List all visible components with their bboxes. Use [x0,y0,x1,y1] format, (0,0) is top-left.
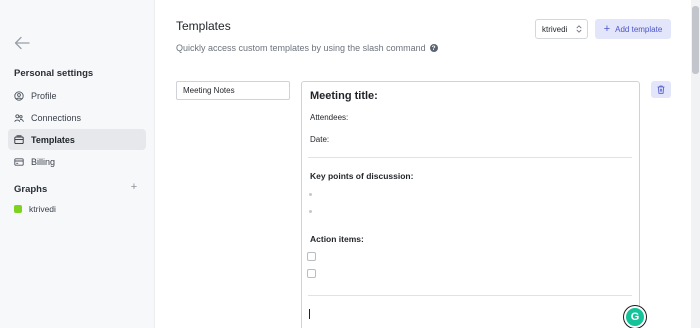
plus-icon: + [603,23,611,35]
chevron-up-down-icon [576,25,582,33]
sidebar-item-connections[interactable]: Connections [8,107,146,128]
attendees-label: Attendees: [310,113,349,122]
sidebar: Personal settings Profile Connections Te… [0,0,155,328]
graphs-heading: Graphs [14,184,48,195]
key-points-heading: Key points of discussion: [310,171,414,181]
divider [308,157,632,158]
scrollbar-thumb[interactable] [692,6,699,74]
user-circle-icon [14,90,24,101]
action-item-checkbox[interactable] [307,269,316,278]
template-name-input[interactable] [176,81,290,100]
text-cursor [309,309,310,319]
sidebar-item-label: Templates [31,134,75,145]
graph-item-ktrivedi[interactable]: ktrivedi [14,204,56,214]
graph-select-value: ktrivedi [542,24,568,34]
graph-select[interactable]: ktrivedi [535,19,588,39]
grammarly-icon[interactable]: G [624,306,646,328]
bullet-point [309,210,312,213]
template-icon [14,134,24,144]
sidebar-item-label: Connections [31,112,82,123]
bullet-point [309,193,312,196]
editor-heading: Meeting title: [310,90,378,102]
action-items-heading: Action items: [310,234,364,244]
date-label: Date: [310,135,330,144]
connections-icon [14,113,24,122]
back-arrow-icon[interactable] [14,36,30,50]
template-editor[interactable]: Meeting title: Attendees: Date: Key poin… [301,81,640,328]
info-icon[interactable]: ? [429,44,438,52]
delete-template-button[interactable] [651,81,671,98]
page-title: Templates [176,19,231,33]
add-template-button[interactable]: + Add template [595,19,671,39]
credit-card-icon [14,157,24,166]
sidebar-item-billing[interactable]: Billing [8,151,146,172]
sidebar-item-templates[interactable]: Templates [8,129,146,150]
add-graph-button[interactable]: + [129,182,139,193]
graph-item-label: ktrivedi [29,204,56,214]
action-item-checkbox[interactable] [307,252,316,261]
sidebar-item-profile[interactable]: Profile [8,85,146,106]
trash-icon [657,85,665,94]
page-subtitle: Quickly access custom templates by using… [176,43,438,53]
divider [308,295,632,296]
personal-settings-heading: Personal settings [14,68,94,79]
graph-color-swatch [14,205,22,213]
add-template-label: Add template [615,24,663,34]
sidebar-item-label: Billing [31,156,56,167]
sidebar-item-label: Profile [31,90,57,101]
subtitle-text: Quickly access custom templates by using… [176,43,426,53]
